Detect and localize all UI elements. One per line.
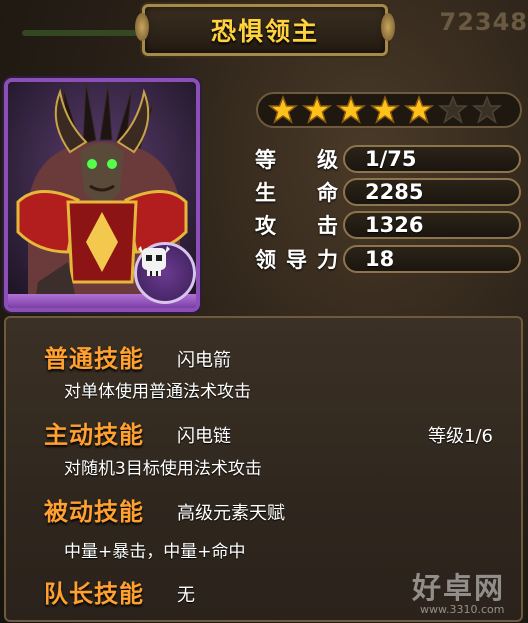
hero-name-plaque: 恐惧领主: [135, 4, 395, 56]
normal-skill-name: 闪电箭: [177, 350, 231, 371]
stat-row: 领导力 18: [255, 244, 523, 274]
background-progress-bar: [22, 30, 142, 36]
stat-value: 1326: [343, 211, 521, 239]
stat-label: 等级: [255, 144, 339, 174]
stat-value: 18: [343, 245, 521, 273]
stat-label-char: 击: [317, 214, 339, 238]
star-filled-icon: [336, 95, 366, 125]
stat-value: 2285: [343, 178, 521, 206]
normal-skill-desc: 对单体使用普通法术攻击: [64, 382, 251, 402]
background-number: 72348: [439, 8, 528, 36]
stat-label-char: 等: [255, 148, 277, 172]
hero-portrait-card[interactable]: [4, 78, 200, 312]
stat-row: 生命 2285: [255, 177, 523, 207]
leader-skill-name: 无: [177, 585, 195, 606]
star-empty-icon: [472, 95, 502, 125]
active-skill-desc: 对随机3目标使用法术攻击: [64, 459, 262, 479]
stat-label-char: 力: [317, 248, 339, 272]
stat-row: 攻击 1326: [255, 210, 523, 240]
stat-label-char: 命: [317, 181, 339, 205]
hero-name: 恐惧领主: [210, 17, 319, 46]
stat-label: 攻击: [255, 210, 339, 240]
normal-skill-title: 普通技能: [44, 345, 144, 373]
plaque-cap-left: [135, 13, 149, 41]
star-filled-icon: [404, 95, 434, 125]
passive-skill-title: 被动技能: [44, 498, 144, 526]
star-filled-icon: [302, 95, 332, 125]
leader-skill-title: 队长技能: [44, 580, 144, 608]
stat-label-char: 导: [286, 248, 308, 272]
skull-mask-icon: [134, 242, 196, 304]
stat-label-char: 领: [255, 248, 277, 272]
star-rating-bar: [256, 92, 522, 128]
passive-skill-desc: 中量+暴击，中量+命中: [64, 542, 246, 562]
stat-label: 领导力: [255, 244, 339, 274]
star-filled-icon: [268, 95, 298, 125]
watermark-url: www.3310.com: [420, 603, 505, 616]
active-skill-name: 闪电链: [177, 426, 231, 447]
active-skill-level: 等级1/6: [428, 426, 493, 447]
star-empty-icon: [438, 95, 468, 125]
watermark-text: 好卓网: [412, 571, 506, 605]
star-filled-icon: [370, 95, 400, 125]
stat-label: 生命: [255, 177, 339, 207]
site-watermark: 好卓网 www.3310.com: [408, 565, 526, 621]
passive-skill-name: 高级元素天赋: [177, 503, 285, 524]
active-skill-title: 主动技能: [44, 421, 144, 449]
stat-label-char: 级: [317, 148, 339, 172]
stat-label-char: 生: [255, 181, 277, 205]
stat-value: 1/75: [343, 145, 521, 173]
stat-label-char: 攻: [255, 214, 277, 238]
plaque-cap-right: [381, 13, 395, 41]
stat-row: 等级 1/75: [255, 144, 523, 174]
